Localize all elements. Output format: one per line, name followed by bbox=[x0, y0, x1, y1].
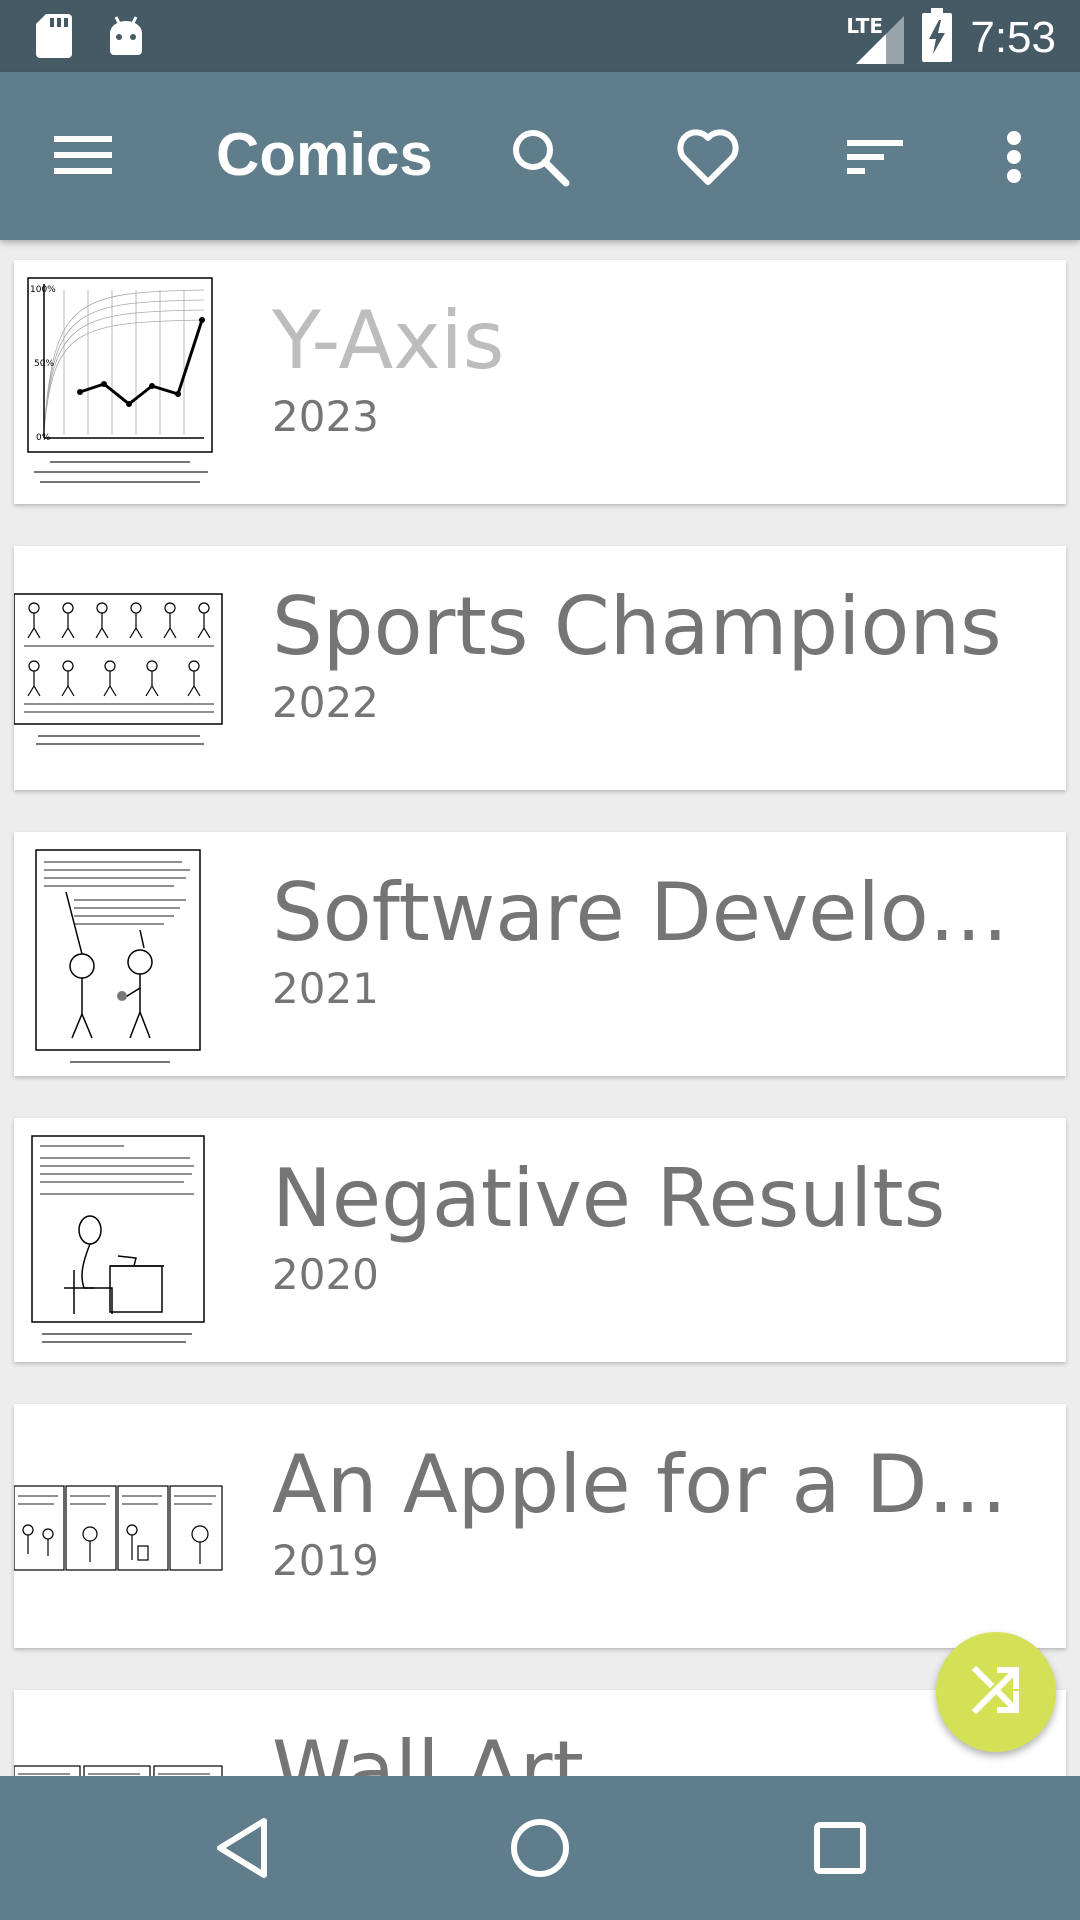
navigation-bar bbox=[0, 1776, 1080, 1920]
list-item[interactable]: Sports Champions 2022 bbox=[14, 546, 1066, 790]
android-icon bbox=[108, 15, 144, 62]
comic-title: Y-Axis bbox=[272, 294, 505, 387]
menu-icon[interactable] bbox=[54, 130, 112, 180]
svg-text:50%: 50% bbox=[34, 359, 54, 369]
lte-signal-icon: LTE bbox=[846, 12, 905, 64]
comic-year: 2023 bbox=[272, 392, 379, 441]
shuffle-icon bbox=[970, 1664, 1022, 1721]
list-item[interactable]: 100% 50% 0% Y-Axis 2023 bbox=[14, 260, 1066, 504]
app-title: Comics bbox=[216, 121, 433, 188]
svg-text:100%: 100% bbox=[30, 285, 56, 295]
comic-year: 2019 bbox=[272, 1536, 379, 1585]
favorite-icon[interactable] bbox=[673, 122, 743, 192]
recents-icon[interactable] bbox=[804, 1812, 876, 1884]
list-item[interactable]: Negative Results 2020 bbox=[14, 1118, 1066, 1362]
sort-icon[interactable] bbox=[841, 122, 911, 192]
comic-title: Software Development bbox=[272, 866, 1042, 959]
list-item[interactable]: Software Development 2021 bbox=[14, 832, 1066, 1076]
comic-title: Negative Results bbox=[272, 1152, 946, 1245]
comics-list: 100% 50% 0% Y-Axis 2023 Sports Champions… bbox=[14, 260, 1066, 1920]
back-icon[interactable] bbox=[206, 1812, 278, 1884]
comic-thumbnail bbox=[14, 832, 224, 1076]
svg-text:0%: 0% bbox=[36, 433, 51, 443]
sd-card-icon bbox=[36, 14, 72, 63]
comic-thumbnail bbox=[14, 546, 224, 790]
status-bar: LTE 7:53 bbox=[0, 0, 1080, 72]
battery-charging-icon bbox=[922, 8, 953, 67]
comic-title: An Apple for a Dollar bbox=[272, 1438, 1042, 1531]
status-time: 7:53 bbox=[970, 12, 1056, 62]
comic-year: 2020 bbox=[272, 1250, 379, 1299]
shuffle-button[interactable] bbox=[936, 1632, 1056, 1752]
comic-title: Sports Champions bbox=[272, 580, 1002, 673]
list-item[interactable]: An Apple for a Dollar 2019 bbox=[14, 1404, 1066, 1648]
search-icon[interactable] bbox=[505, 122, 575, 192]
home-icon[interactable] bbox=[504, 1812, 576, 1884]
comic-thumbnail bbox=[14, 1118, 224, 1362]
comic-thumbnail: 100% 50% 0% bbox=[14, 260, 224, 504]
comic-year: 2021 bbox=[272, 964, 379, 1013]
comic-year: 2022 bbox=[272, 678, 379, 727]
more-vert-icon[interactable] bbox=[979, 122, 1049, 192]
app-bar: Comics bbox=[0, 72, 1080, 240]
comic-thumbnail bbox=[14, 1404, 224, 1648]
